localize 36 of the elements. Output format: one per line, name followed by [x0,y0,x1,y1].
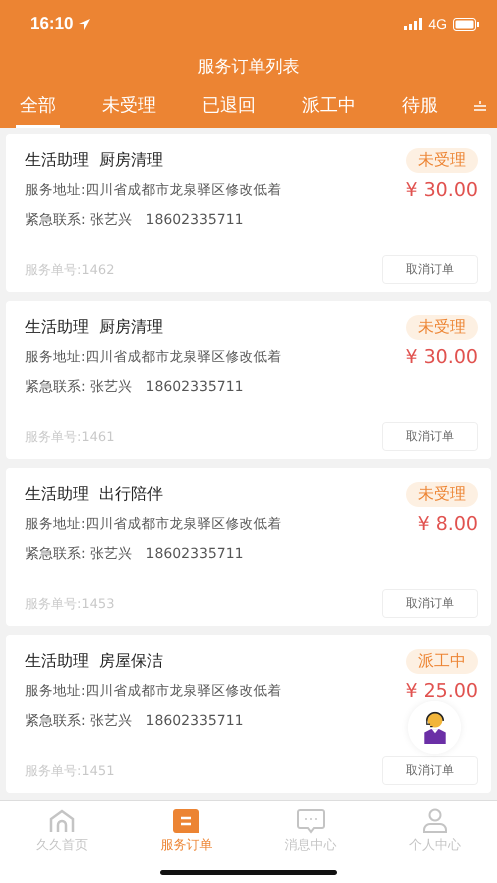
order-title: 生活助理 厨房清理 [25,150,164,171]
cancel-order-button[interactable]: 取消订单 [382,756,478,785]
order-title: 生活助理 厨房清理 [25,317,164,338]
status-badge: 未受理 [406,315,478,340]
service-address: 服务地址:四川省成都市龙泉驿区修改低着 [25,348,282,366]
nav-tab[interactable]: 久久首页 [0,807,124,855]
order-price: ¥ 25.00 [405,680,478,702]
filter-tab[interactable]: 派工中 [298,84,360,128]
emergency-contact: 紧急联系: 张艺兴 18602335711 [25,712,244,730]
page-title: 服务订单列表 [196,56,300,78]
nav-tab[interactable]: 个人中心 [372,807,497,855]
filter-tab[interactable]: 已退回 [198,84,260,128]
filter-tab[interactable]: 待服 [398,84,442,128]
cancel-order-button[interactable]: 取消订单 [382,255,478,284]
service-address: 服务地址:四川省成都市龙泉驿区修改低着 [25,181,282,199]
service-address: 服务地址:四川省成都市龙泉驿区修改低着 [25,515,282,533]
emergency-contact: 紧急联系: 张艺兴 18602335711 [25,211,244,229]
filter-tab[interactable]: 全部 [16,84,60,128]
status-badge: 派工中 [406,649,478,674]
network-type: 4G [428,16,447,32]
status-badge: 未受理 [406,148,478,173]
order-title: 生活助理 出行陪伴 [25,484,164,505]
nav-tab[interactable]: 消息中心 [248,807,373,855]
cancel-order-button[interactable]: 取消订单 [382,422,478,451]
cancel-order-button[interactable]: 取消订单 [382,589,478,618]
emergency-contact: 紧急联系: 张艺兴 18602335711 [25,378,244,396]
status-badge: 未受理 [406,482,478,507]
order-price: ¥ 8.00 [418,513,478,535]
order-price: ¥ 30.00 [405,179,478,201]
filter-tab[interactable]: 未受理 [98,84,160,128]
nav-tab[interactable]: 服务订单 [124,807,248,855]
order-price: ¥ 30.00 [405,346,478,368]
status-time: 16:10 [30,14,74,34]
order-title: 生活助理 房屋保洁 [25,651,164,672]
service-address: 服务地址:四川省成都市龙泉驿区修改低着 [25,682,282,700]
emergency-contact: 紧急联系: 张艺兴 18602335711 [25,545,244,563]
